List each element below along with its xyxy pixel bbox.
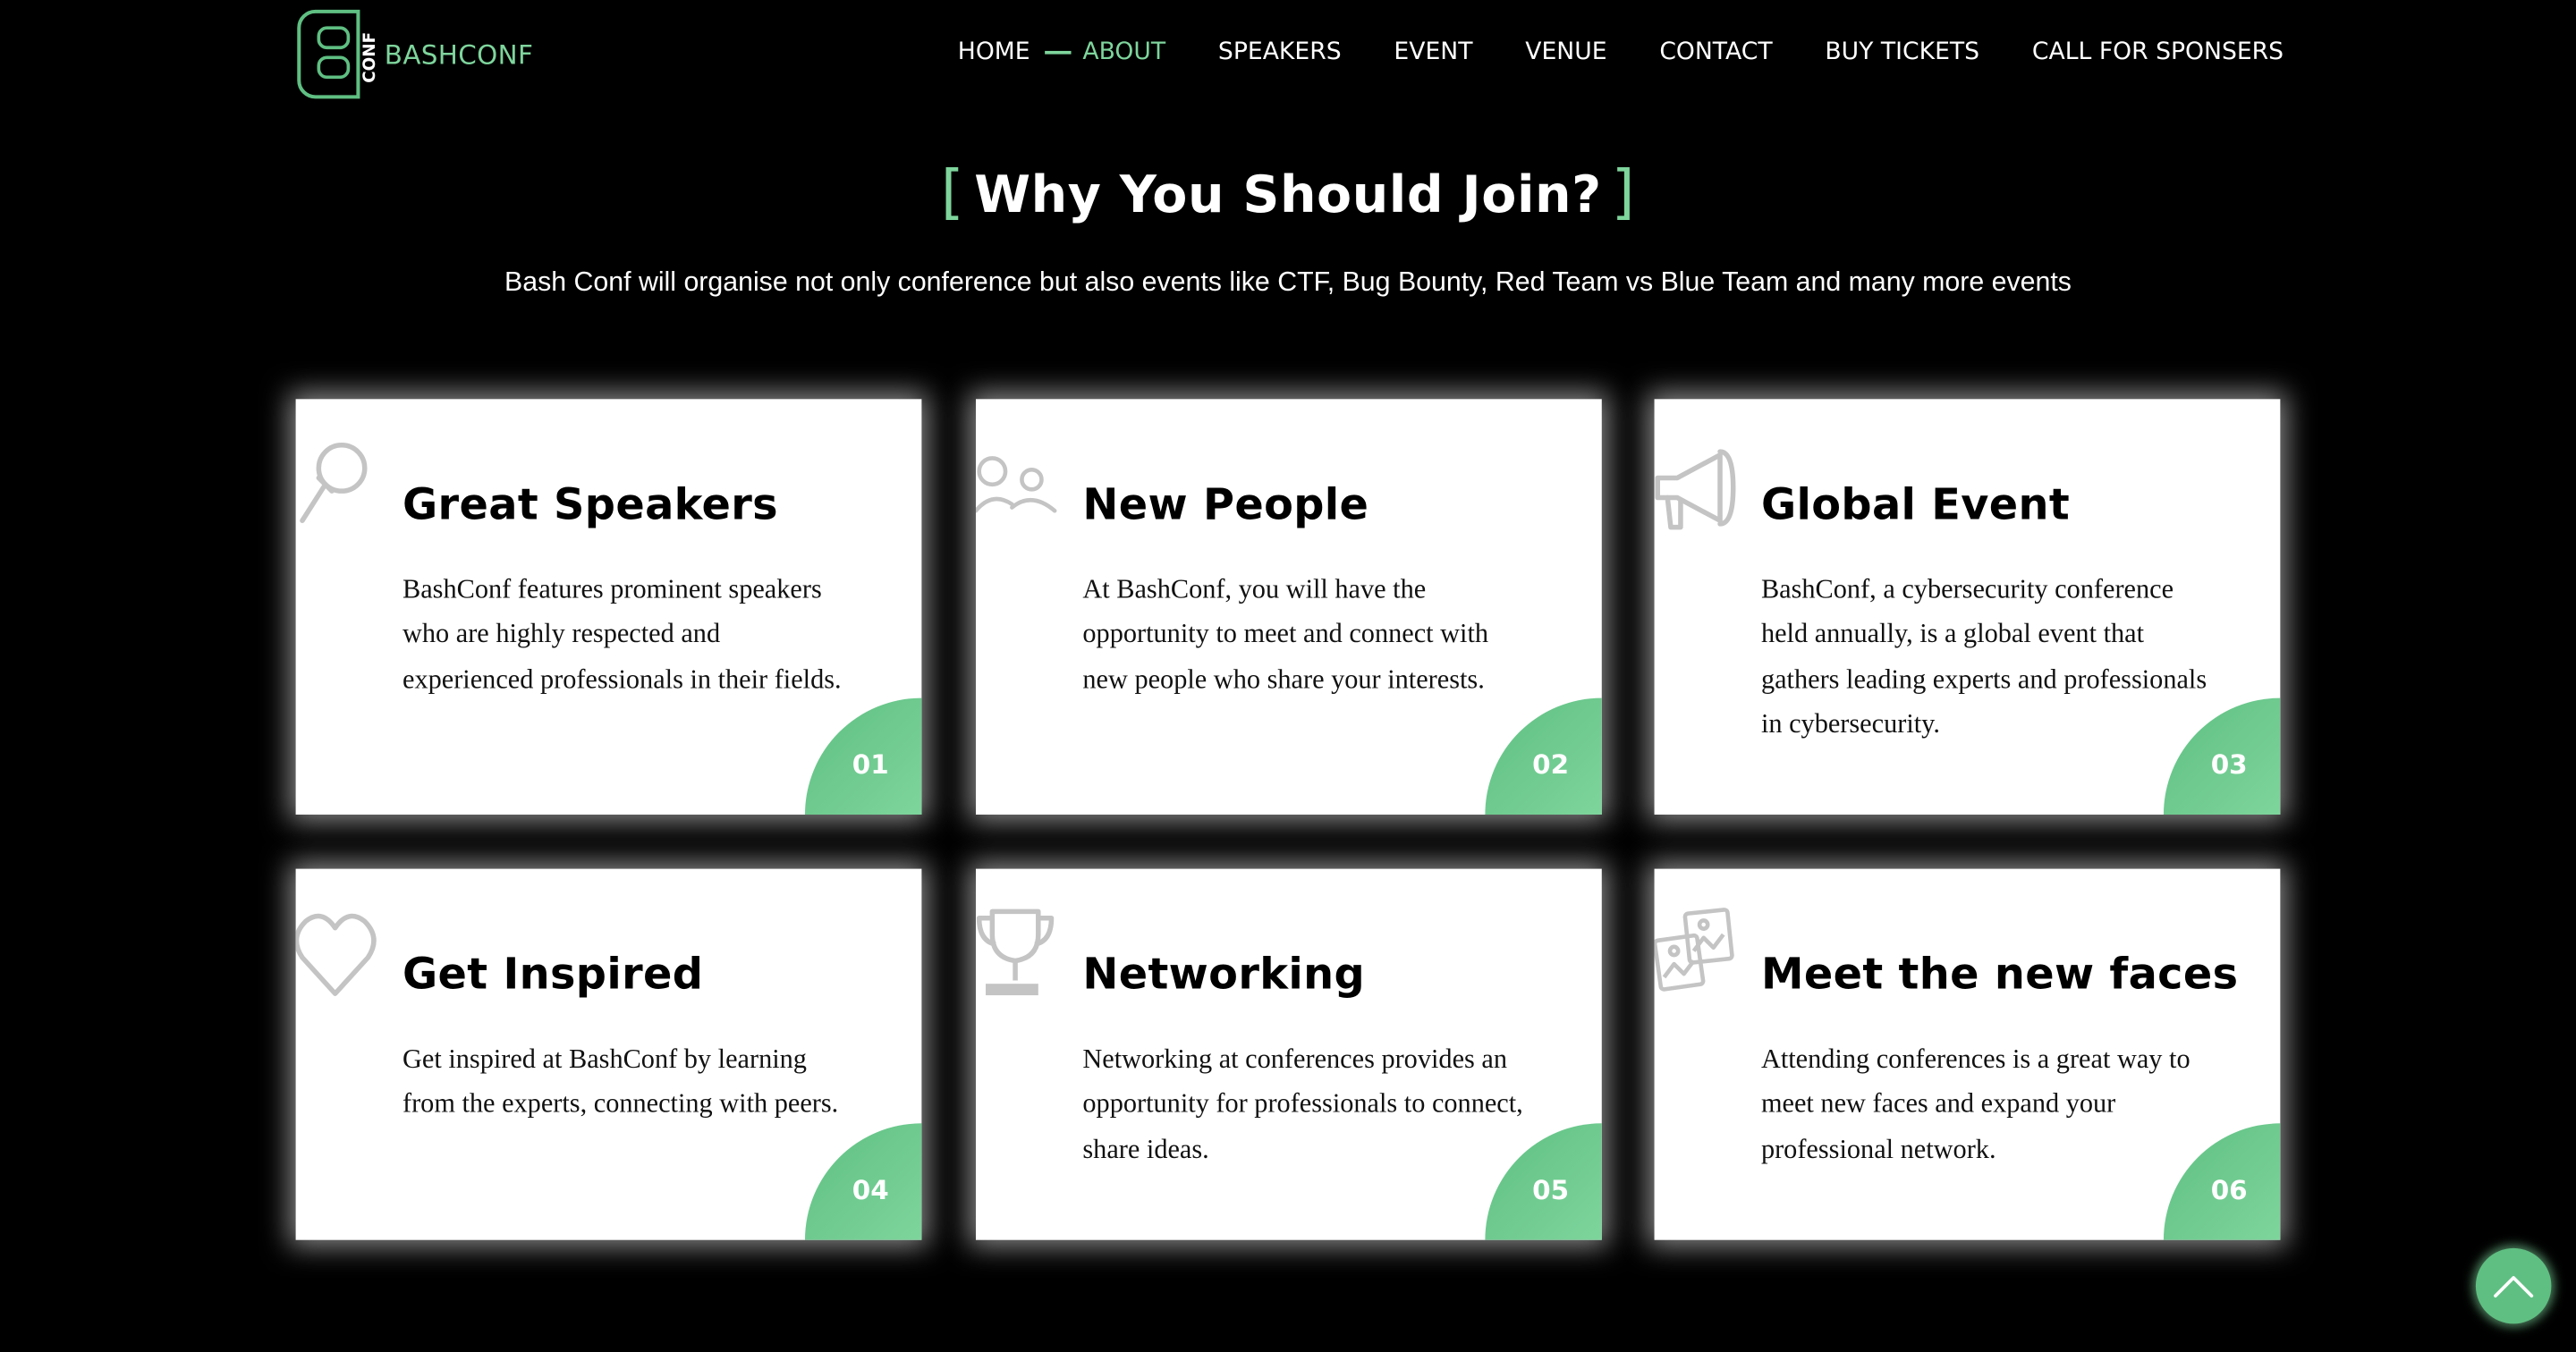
chevron-up-icon xyxy=(2494,1276,2534,1297)
card-number-badge: 01 xyxy=(804,697,922,815)
feature-card-get-inspired: Get Inspired Get inspired at BashConf by… xyxy=(295,868,922,1240)
card-text: At BashConf, you will have the opportuni… xyxy=(1082,573,1489,695)
nav-contact[interactable]: CONTACT xyxy=(1659,36,1772,69)
page: CONF BASHCONF HOME ABOUT SPEAKERS EVENT … xyxy=(0,0,2576,1352)
feature-card-great-speakers: Great Speakers BashConf features promine… xyxy=(295,399,922,815)
nav-home[interactable]: HOME xyxy=(958,36,1030,69)
card-number: 01 xyxy=(852,748,889,781)
nav-event[interactable]: EVENT xyxy=(1394,36,1472,69)
heart-icon xyxy=(295,913,377,996)
card-number-badge: 04 xyxy=(804,1123,922,1240)
card-title: Meet the new faces xyxy=(1760,951,2239,1001)
card-number: 04 xyxy=(852,1174,889,1206)
card-text: Get inspired at BashConf by learning fro… xyxy=(402,1043,839,1120)
nav-venue[interactable]: VENUE xyxy=(1525,36,1606,69)
feature-card-networking: Networking Networking at conferences pro… xyxy=(975,868,1602,1240)
people-icon xyxy=(975,456,1057,513)
section-title-text: Why You Should Join? xyxy=(974,165,1602,225)
title-bracket-open: [ xyxy=(940,159,965,227)
card-title: Global Event xyxy=(1760,481,2071,531)
section-title: [Why You Should Join?] xyxy=(0,159,2576,226)
photos-icon xyxy=(1654,908,1734,992)
logo-text: BASHCONF xyxy=(384,38,534,71)
card-text: Networking at conferences provides an op… xyxy=(1082,1043,1523,1164)
feature-card-global-event: Global Event BashConf, a cybersecurity c… xyxy=(1654,399,2281,815)
card-text: Attending conferences is a great way to … xyxy=(1760,1043,2190,1164)
nav-speakers[interactable]: SPEAKERS xyxy=(1218,36,1342,69)
megaphone-icon xyxy=(1655,449,1736,530)
card-number: 06 xyxy=(2210,1174,2248,1206)
nav-active-indicator xyxy=(1045,50,1072,55)
nav-about[interactable]: ABOUT xyxy=(1082,36,1165,69)
feature-card-meet-new-faces: Meet the new faces Attending conferences… xyxy=(1654,868,2281,1240)
trophy-icon xyxy=(976,908,1055,996)
logo-mark-icon: CONF xyxy=(297,9,379,99)
microphone-icon xyxy=(300,442,368,523)
card-title: Networking xyxy=(1082,951,1366,1001)
card-number: 03 xyxy=(2210,748,2248,781)
section-subtitle: Bash Conf will organise not only confere… xyxy=(504,267,2072,298)
card-text: BashConf features prominent speakers who… xyxy=(402,573,842,695)
card-title: New People xyxy=(1082,481,1369,531)
logo[interactable]: CONF BASHCONF xyxy=(296,8,543,100)
svg-text:CONF: CONF xyxy=(360,32,379,83)
feature-card-new-people: New People At BashConf, you will have th… xyxy=(975,399,1602,815)
card-text: BashConf, a cybersecurity conference hel… xyxy=(1760,573,2207,739)
title-bracket-close: ] xyxy=(1611,159,1636,227)
card-number-badge: 02 xyxy=(1485,697,1602,815)
nav-call-for-sponsers[interactable]: CALL FOR SPONSERS xyxy=(2032,36,2284,69)
main-nav: HOME ABOUT SPEAKERS EVENT VENUE CONTACT … xyxy=(958,36,2284,69)
scroll-to-top-button[interactable] xyxy=(2475,1247,2552,1324)
card-title: Get Inspired xyxy=(402,951,704,1001)
card-number: 02 xyxy=(1532,748,1570,781)
nav-buy-tickets[interactable]: BUY TICKETS xyxy=(1825,36,1979,69)
card-number: 05 xyxy=(1532,1174,1570,1206)
card-title: Great Speakers xyxy=(402,481,778,531)
